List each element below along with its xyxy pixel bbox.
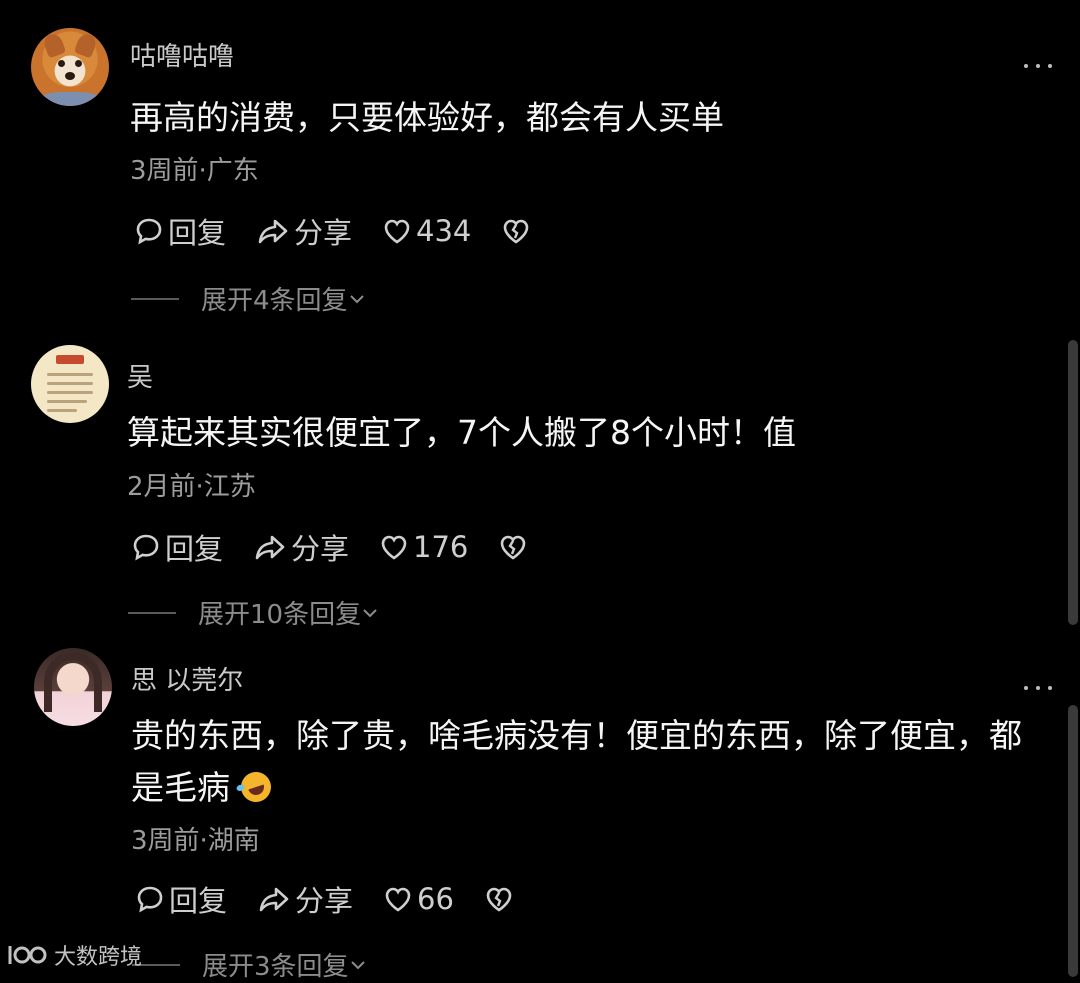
- comment-text-line: 贵的东西，除了贵，啥毛病没有！便宜的东西，除了便宜，都: [131, 716, 1022, 755]
- share-label: 分享: [295, 884, 354, 918]
- broken-heart-icon: [504, 219, 529, 244]
- share-button[interactable]: 分享: [256, 210, 352, 252]
- heart-icon: [384, 219, 410, 244]
- avatar[interactable]: [31, 345, 109, 423]
- comment-actions: 回复 分享 66: [135, 878, 548, 920]
- reply-button[interactable]: 回复: [135, 878, 227, 920]
- comment-actions: 回复 分享 434: [134, 210, 565, 252]
- expand-label: 展开4条回复: [201, 286, 348, 316]
- comment-username[interactable]: 思 以莞尔: [131, 660, 243, 697]
- comment-username[interactable]: 咕噜咕噜: [130, 36, 234, 73]
- reply-label: 回复: [168, 216, 227, 250]
- scrollbar[interactable]: [1068, 705, 1078, 977]
- comment-text-line: 是毛病: [131, 768, 230, 807]
- expand-label: 展开10条回复: [198, 600, 362, 630]
- like-count: 66: [417, 882, 454, 916]
- comment-actions: 回复 分享 176: [131, 526, 562, 568]
- comment-text: 贵的东西，除了贵，啥毛病没有！便宜的东西，除了便宜，都 是毛病: [131, 710, 1071, 814]
- reply-label: 回复: [169, 884, 228, 918]
- comment-meta: 3周前·广东: [130, 156, 259, 186]
- more-dots-icon[interactable]: [1024, 686, 1052, 692]
- share-label: 分享: [291, 532, 350, 566]
- dislike-button[interactable]: [498, 532, 532, 562]
- comment-bubble-icon: [133, 534, 159, 561]
- comment-text: 再高的消费，只要体验好，都会有人买单: [130, 92, 1070, 144]
- share-button[interactable]: 分享: [257, 878, 353, 920]
- watermark-text: 大数跨境: [54, 945, 143, 970]
- watermark: 大数跨境: [6, 939, 142, 971]
- expand-label: 展开3条回复: [202, 952, 349, 982]
- comment-meta: 3周前·湖南: [131, 826, 260, 856]
- expand-replies[interactable]: 展开3条回复: [132, 946, 367, 983]
- rofl-emoji-icon: [236, 768, 275, 806]
- heart-icon: [381, 535, 407, 560]
- like-button[interactable]: 176: [379, 530, 468, 564]
- share-arrow-icon: [259, 887, 289, 912]
- comment-text-line: 再高的消费，只要体验好，都会有人买单: [130, 98, 724, 137]
- share-label: 分享: [294, 216, 353, 250]
- share-arrow-icon: [258, 219, 288, 244]
- comment-text: 算起来其实很便宜了，7个人搬了8个小时！值: [127, 407, 1067, 459]
- chevron-down-icon: [349, 294, 364, 303]
- more-dots-icon[interactable]: [1024, 64, 1052, 70]
- comment-meta: 2月前·江苏: [127, 472, 256, 502]
- reply-label: 回复: [165, 532, 224, 566]
- avatar[interactable]: [34, 648, 112, 726]
- like-button[interactable]: 66: [383, 882, 454, 916]
- heart-icon: [385, 887, 411, 912]
- scrollbar[interactable]: [1068, 340, 1078, 625]
- watermark-logo-icon: [8, 946, 47, 964]
- dislike-button[interactable]: [484, 884, 518, 914]
- like-count: 434: [416, 214, 472, 248]
- comment-bubble-icon: [137, 886, 163, 913]
- broken-heart-icon: [501, 535, 526, 560]
- comment-bubble-icon: [136, 218, 162, 245]
- dislike-button[interactable]: [501, 216, 535, 246]
- comment-text-line-wrap: 是毛病: [131, 762, 1071, 814]
- avatar[interactable]: [31, 28, 109, 106]
- chevron-down-icon: [350, 960, 365, 969]
- like-count: 176: [413, 530, 469, 564]
- comment-username[interactable]: 吴: [127, 357, 153, 394]
- divider: [128, 611, 176, 614]
- broken-heart-icon: [486, 887, 512, 912]
- expand-replies[interactable]: 展开10条回复: [128, 594, 379, 631]
- reply-button[interactable]: 回复: [134, 210, 226, 252]
- chevron-down-icon: [363, 608, 377, 617]
- divider: [131, 297, 179, 300]
- like-button[interactable]: 434: [382, 214, 471, 248]
- comment-text-line: 算起来其实很便宜了，7个人搬了8个小时！值: [127, 413, 796, 452]
- share-button[interactable]: 分享: [253, 526, 349, 568]
- share-arrow-icon: [255, 535, 285, 560]
- reply-button[interactable]: 回复: [131, 526, 223, 568]
- expand-replies[interactable]: 展开4条回复: [131, 280, 366, 317]
